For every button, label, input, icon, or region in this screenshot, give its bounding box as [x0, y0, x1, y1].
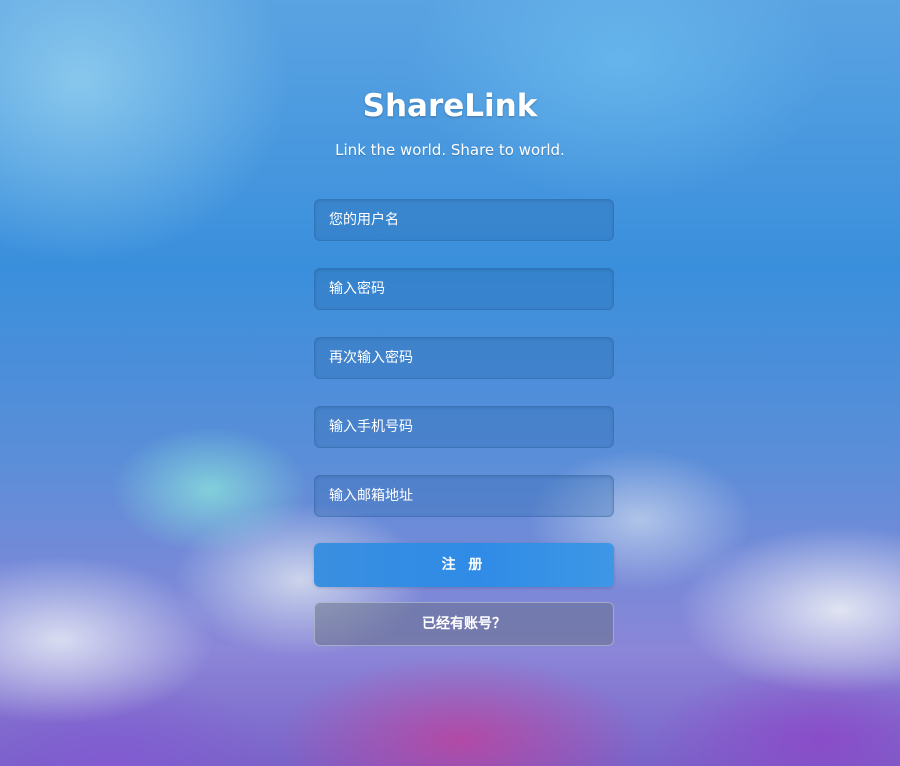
register-button[interactable]: 注 册: [314, 543, 614, 587]
phone-input[interactable]: [314, 406, 614, 448]
password-input[interactable]: [314, 268, 614, 310]
confirm-password-input[interactable]: [314, 337, 614, 379]
app-title: ShareLink: [362, 88, 538, 124]
have-account-button[interactable]: 已经有账号？: [314, 602, 614, 646]
register-page: ShareLink Link the world. Share to world…: [0, 0, 900, 766]
email-input[interactable]: [314, 475, 614, 517]
username-input[interactable]: [314, 199, 614, 241]
app-tagline: Link the world. Share to world.: [335, 141, 565, 159]
